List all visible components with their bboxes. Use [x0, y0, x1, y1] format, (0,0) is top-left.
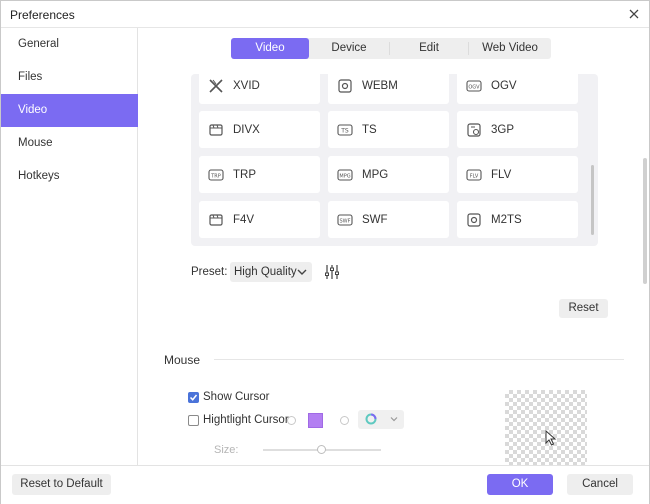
- tab-video[interactable]: Video: [231, 38, 309, 59]
- format-label: TRP: [233, 168, 256, 181]
- reset-to-default-button[interactable]: Reset to Default: [12, 474, 111, 495]
- format-card-mpg[interactable]: MPG MPG: [328, 156, 449, 193]
- preferences-window: Preferences General Files Video Mouse Ho…: [0, 0, 650, 504]
- close-button[interactable]: [625, 5, 643, 23]
- format-card-trp[interactable]: TRP TRP: [199, 156, 320, 193]
- f4v-icon: [207, 211, 225, 229]
- format-label: SWF: [362, 213, 388, 226]
- mouse-section-title: Mouse: [164, 353, 201, 367]
- format-grid-scrollbar[interactable]: [591, 165, 594, 235]
- m2ts-icon: [465, 211, 483, 229]
- cursor-preview: [505, 390, 587, 465]
- show-cursor-row: Show Cursor: [188, 389, 269, 405]
- format-label: TS: [362, 123, 377, 136]
- divx-icon: [207, 121, 225, 139]
- sidebar-item-general[interactable]: General: [1, 28, 138, 61]
- webm-icon: [336, 77, 354, 95]
- format-label: FLV: [491, 168, 512, 181]
- footer-bar: Reset to Default OK Cancel: [1, 465, 649, 504]
- format-card-swf[interactable]: SWF SWF: [328, 201, 449, 238]
- close-icon: [629, 9, 639, 19]
- format-card-ts[interactable]: TS TS: [328, 111, 449, 148]
- preset-value: High Quality: [234, 266, 297, 278]
- reset-button[interactable]: Reset: [559, 299, 608, 318]
- flv-icon: FLV: [465, 166, 483, 184]
- xvid-icon: [207, 77, 225, 95]
- ts-icon: TS: [336, 121, 354, 139]
- sidebar-item-video[interactable]: Video: [1, 94, 138, 127]
- show-cursor-checkbox[interactable]: [188, 391, 199, 403]
- format-label: WEBM: [362, 79, 398, 92]
- trp-icon: TRP: [207, 166, 225, 184]
- preset-settings-button[interactable]: [324, 264, 340, 280]
- mouse-pointer-icon: [545, 430, 557, 446]
- svg-text:OGV: OGV: [468, 84, 480, 90]
- highlight-color-swatch[interactable]: [308, 413, 323, 428]
- svg-text:MPG: MPG: [339, 173, 350, 179]
- tab-edit[interactable]: Edit: [390, 38, 468, 59]
- highlight-cursor-checkbox[interactable]: [188, 414, 199, 426]
- sliders-icon: [325, 265, 339, 279]
- window-title: Preferences: [10, 8, 75, 22]
- format-label: 3GP: [491, 123, 515, 136]
- chevron-down-icon: [390, 417, 398, 422]
- highlight-cursor-label: Hightlight Cursor:: [203, 414, 292, 426]
- format-card-xvid[interactable]: XVID: [199, 74, 320, 104]
- video-tabs: Video Device Edit Web Video: [231, 38, 551, 59]
- format-label: MPG: [362, 168, 389, 181]
- sidebar-item-mouse[interactable]: Mouse: [1, 127, 138, 160]
- format-card-divx[interactable]: DIVX: [199, 111, 320, 148]
- format-label: F4V: [233, 213, 255, 226]
- format-card-webm[interactable]: WEBM: [328, 74, 449, 104]
- section-divider: [214, 359, 624, 360]
- format-label: M2TS: [491, 213, 522, 226]
- title-bar: Preferences: [1, 1, 649, 28]
- highlight-cursor-row: Hightlight Cursor:: [188, 412, 292, 428]
- highlight-color-radio[interactable]: [287, 416, 296, 425]
- settings-scrollbar[interactable]: [643, 158, 647, 284]
- cancel-button[interactable]: Cancel: [567, 474, 633, 495]
- preset-label: Preset:: [191, 266, 228, 278]
- sidebar: General Files Video Mouse Hotkeys: [1, 28, 138, 465]
- format-label: OGV: [491, 79, 517, 92]
- svg-text:TS: TS: [340, 127, 349, 134]
- 3gp-icon: [465, 121, 483, 139]
- settings-content: Video Device Edit Web Video XVID WEBM OG…: [139, 28, 649, 465]
- format-card-ogv[interactable]: OGV OGV: [457, 74, 578, 104]
- svg-text:FLV: FLV: [470, 173, 479, 179]
- size-slider-thumb[interactable]: [317, 445, 326, 454]
- format-label: DIVX: [233, 123, 260, 136]
- preset-dropdown[interactable]: High Quality: [230, 262, 312, 282]
- svg-text:TRP: TRP: [210, 173, 221, 179]
- format-card-f4v[interactable]: F4V: [199, 201, 320, 238]
- format-card-flv[interactable]: FLV FLV: [457, 156, 578, 193]
- sidebar-item-files[interactable]: Files: [1, 61, 138, 94]
- size-label: Size:: [214, 444, 239, 456]
- swf-icon: SWF: [336, 211, 354, 229]
- ring-icon: [365, 413, 377, 425]
- chevron-down-icon: [296, 265, 308, 285]
- sidebar-item-hotkeys[interactable]: Hotkeys: [1, 160, 138, 193]
- tab-device[interactable]: Device: [309, 38, 389, 59]
- show-cursor-label: Show Cursor: [203, 391, 270, 403]
- ok-button[interactable]: OK: [487, 474, 553, 495]
- highlight-ring-dropdown[interactable]: [358, 410, 404, 429]
- ogv-icon: OGV: [465, 77, 483, 95]
- format-grid: XVID WEBM OGV OGV DIVX TS TS 3GP TRP TRP…: [191, 74, 598, 246]
- checkmark-icon: [189, 394, 198, 401]
- format-label: XVID: [233, 79, 260, 92]
- tab-web-video[interactable]: Web Video: [469, 38, 551, 59]
- mpg-icon: MPG: [336, 166, 354, 184]
- format-card-m2ts[interactable]: M2TS: [457, 201, 578, 238]
- format-card-3gp[interactable]: 3GP: [457, 111, 578, 148]
- svg-text:SWF: SWF: [340, 218, 351, 224]
- highlight-ring-radio[interactable]: [340, 416, 349, 425]
